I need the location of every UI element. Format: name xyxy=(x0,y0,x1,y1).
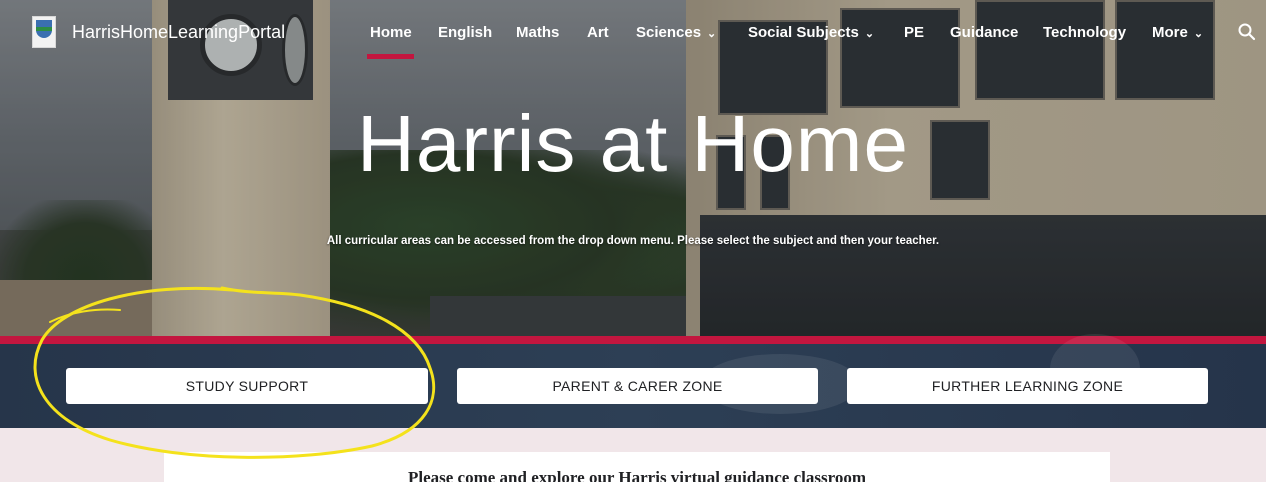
nav-item-sciences[interactable]: Sciences ⌄ xyxy=(636,24,716,41)
nav-label: Guidance xyxy=(950,24,1019,41)
top-nav: HarrisHomeLearningPortal Home English Ma… xyxy=(0,0,1266,66)
nav-label: English xyxy=(438,24,493,41)
nav-item-more[interactable]: More ⌄ xyxy=(1152,24,1203,41)
chevron-down-icon: ⌄ xyxy=(707,28,717,40)
nav-item-art[interactable]: Art xyxy=(587,24,609,41)
nav-item-pe[interactable]: PE xyxy=(904,24,924,41)
school-crest-logo[interactable] xyxy=(32,16,56,48)
nav-item-guidance[interactable]: Guidance xyxy=(950,24,1018,41)
search-icon xyxy=(1238,23,1256,41)
hero-subtitle: All curricular areas can be accessed fro… xyxy=(326,235,940,247)
guidance-card-heading: Please come and explore our Harris virtu… xyxy=(407,468,866,482)
nav-item-maths[interactable]: Maths xyxy=(516,24,559,41)
crest-stripe xyxy=(36,27,52,31)
nav-label: Social Subjects xyxy=(748,24,859,41)
nav-label: Sciences xyxy=(636,24,702,41)
chevron-down-icon: ⌄ xyxy=(1193,28,1204,40)
nav-item-social-subjects[interactable]: Social Subjects ⌄ xyxy=(748,24,874,41)
nav-label: Home xyxy=(370,24,412,41)
nav-label: PE xyxy=(904,24,925,41)
guidance-card: Please come and explore our Harris virtu… xyxy=(164,452,1110,482)
parent-carer-zone-button[interactable]: PARENT & CARER ZONE xyxy=(457,368,818,404)
nav-label: Art xyxy=(587,24,609,41)
nav-item-english[interactable]: English xyxy=(438,24,492,41)
nav-label: Maths xyxy=(516,24,560,41)
search-button[interactable] xyxy=(1237,22,1257,42)
nav-active-indicator xyxy=(367,54,414,59)
further-learning-zone-button[interactable]: FURTHER LEARNING ZONE xyxy=(847,368,1208,404)
chevron-down-icon: ⌄ xyxy=(864,28,875,40)
site-title[interactable]: HarrisHomeLearningPortal xyxy=(72,22,285,43)
study-support-button[interactable]: STUDY SUPPORT xyxy=(66,368,428,404)
hero-title: Harris at Home xyxy=(357,99,909,188)
nav-item-technology[interactable]: Technology xyxy=(1043,24,1126,41)
nav-label: More xyxy=(1152,24,1188,41)
nav-label: Technology xyxy=(1043,24,1127,41)
nav-item-home[interactable]: Home xyxy=(370,24,412,41)
